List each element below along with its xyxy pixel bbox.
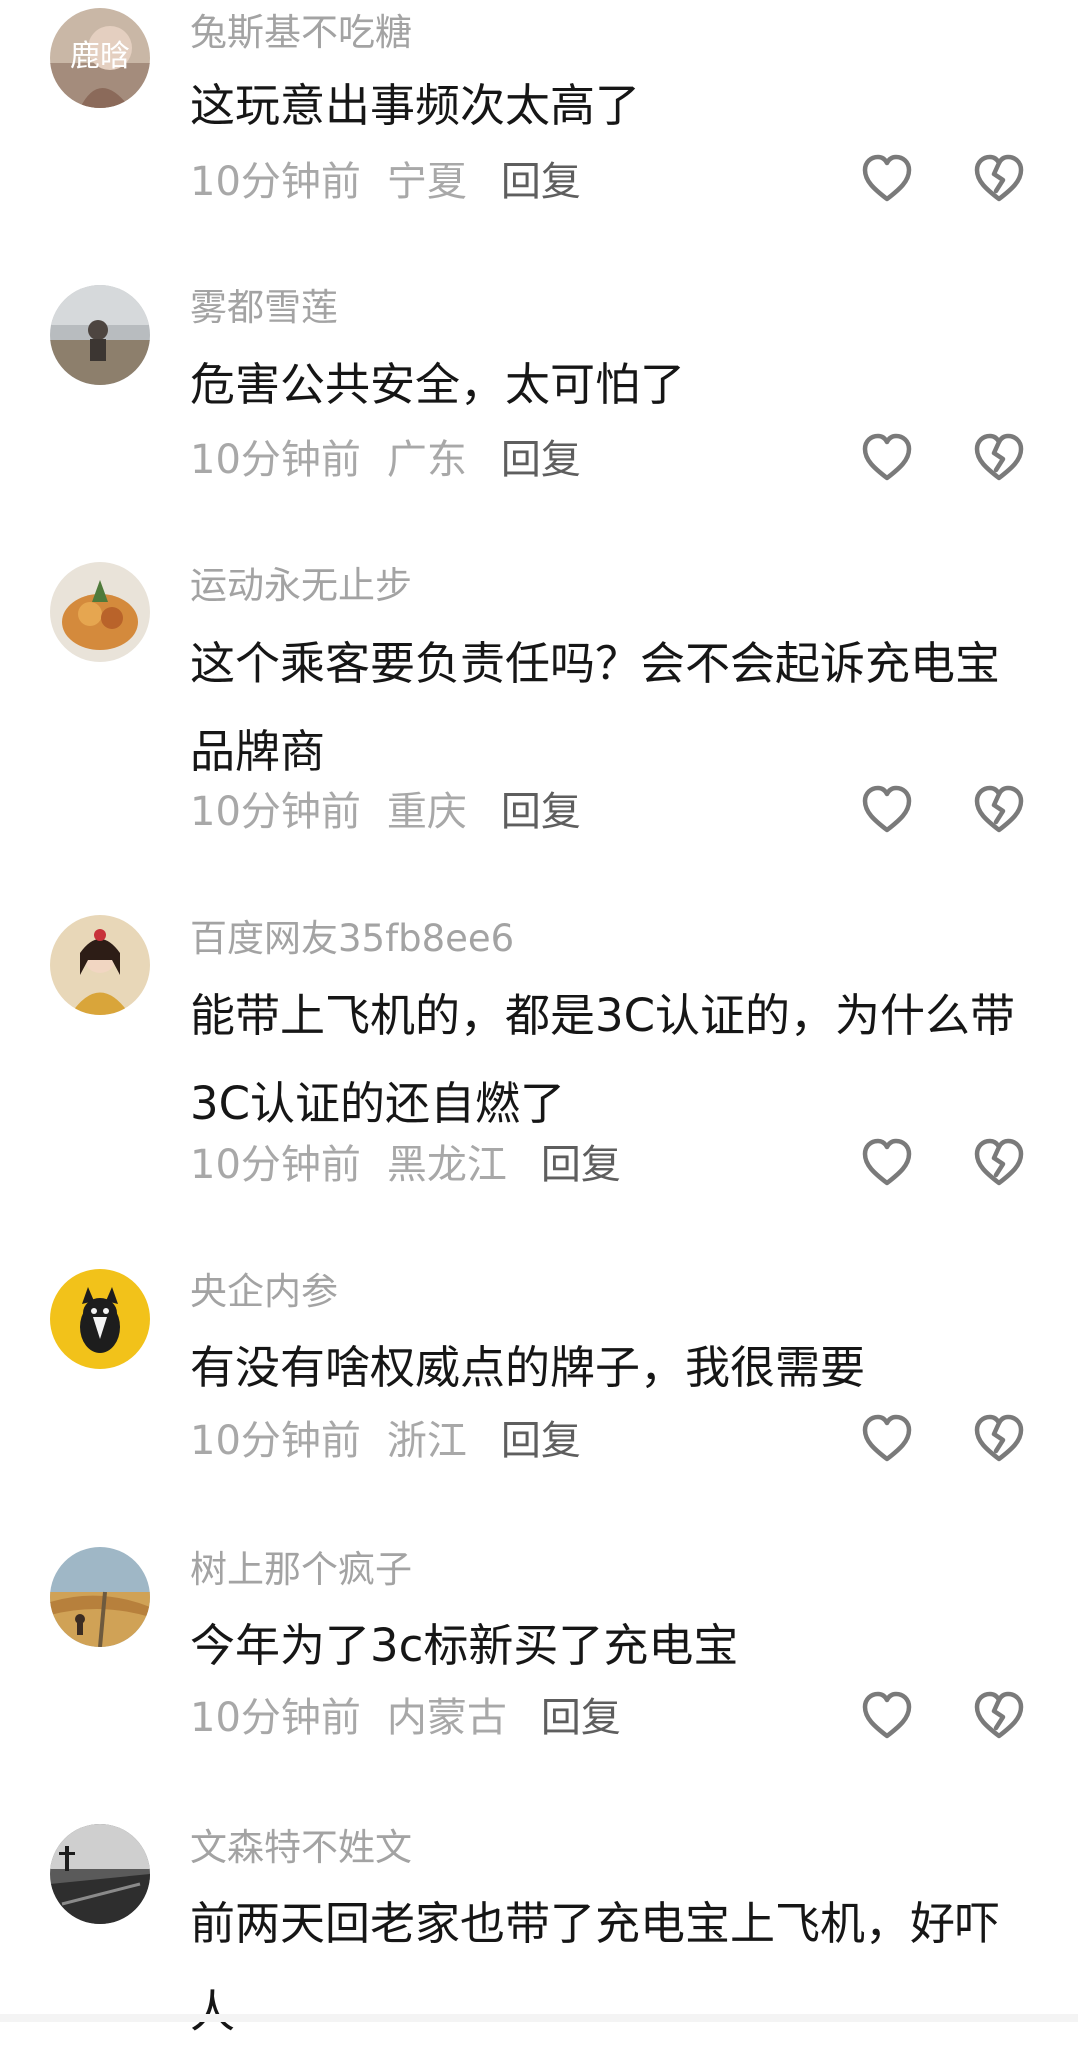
comment-location: 宁夏: [386, 159, 467, 205]
broken-heart-icon: [974, 433, 1024, 481]
broken-heart-icon: [974, 785, 1024, 833]
avatar[interactable]: 鹿晗: [50, 8, 150, 108]
dislike-button[interactable]: [972, 1137, 1026, 1187]
comment-text: 今年为了3c标新买了充电宝: [190, 1619, 739, 1672]
like-button[interactable]: [860, 432, 914, 482]
heart-outline-icon: [862, 1691, 912, 1739]
heart-outline-icon: [862, 1414, 912, 1462]
broken-heart-icon: [974, 1691, 1024, 1739]
comment-meta: 10分钟前 宁夏 回复: [190, 148, 581, 208]
comment-meta: 10分钟前 内蒙古 回复: [190, 1684, 621, 1744]
comment-location: 黑龙江: [386, 1142, 507, 1188]
like-button[interactable]: [860, 1690, 914, 1740]
comment-text: 这玩意出事频次太高了: [190, 79, 641, 132]
comment-username[interactable]: 树上那个疯子: [190, 1548, 412, 1592]
reply-button[interactable]: 回复: [541, 1685, 621, 1743]
dislike-button[interactable]: [972, 1413, 1026, 1463]
avatar[interactable]: [50, 285, 150, 385]
reply-button[interactable]: 回复: [541, 1132, 621, 1190]
dislike-button[interactable]: [972, 432, 1026, 482]
avatar[interactable]: [50, 1547, 150, 1647]
heart-outline-icon: [862, 1138, 912, 1186]
avatar[interactable]: [50, 562, 150, 662]
comment-text: 有没有啥权威点的牌子，我很需要: [190, 1341, 866, 1394]
avatar-lettering: 鹿晗: [70, 39, 130, 74]
like-button[interactable]: [860, 153, 914, 203]
comment-time: 10分钟前: [190, 1418, 361, 1464]
comment-location: 内蒙古: [386, 1695, 507, 1741]
avatar[interactable]: [50, 1824, 150, 1924]
reply-button[interactable]: 回复: [501, 149, 581, 207]
comment-time: 10分钟前: [190, 437, 361, 483]
comment-text: 前两天回老家也带了充电宝上飞机，好吓人: [190, 1897, 1001, 2038]
comment-username[interactable]: 百度网友35fb8ee6: [190, 917, 514, 961]
avatar[interactable]: [50, 1269, 150, 1369]
comment-time: 10分钟前: [190, 159, 361, 205]
comment-location: 广东: [386, 437, 467, 483]
comment-text: 危害公共安全，太可怕了: [190, 358, 686, 411]
dislike-button[interactable]: [972, 153, 1026, 203]
comment-username[interactable]: 雾都雪莲: [190, 286, 338, 330]
comment-meta: 10分钟前 浙江 回复: [190, 1407, 581, 1467]
dislike-button[interactable]: [972, 784, 1026, 834]
comment-meta: 10分钟前 黑龙江 回复: [190, 1131, 621, 1191]
heart-outline-icon: [862, 785, 912, 833]
broken-heart-icon: [974, 1414, 1024, 1462]
bottom-bar: [0, 2014, 1078, 2022]
reply-button[interactable]: 回复: [501, 779, 581, 837]
comment-meta: 10分钟前 重庆 回复: [190, 778, 581, 838]
comment-username[interactable]: 兔斯基不吃糖: [190, 11, 412, 55]
broken-heart-icon: [974, 154, 1024, 202]
comment-time: 10分钟前: [190, 1695, 361, 1741]
like-button[interactable]: [860, 1137, 914, 1187]
broken-heart-icon: [974, 1138, 1024, 1186]
like-button[interactable]: [860, 784, 914, 834]
comment-meta: 10分钟前 广东 回复: [190, 426, 581, 486]
comment-time: 10分钟前: [190, 1142, 361, 1188]
heart-outline-icon: [862, 433, 912, 481]
dislike-button[interactable]: [972, 1690, 1026, 1740]
comment-username[interactable]: 央企内参: [190, 1270, 338, 1314]
comment-time: 10分钟前: [190, 789, 361, 835]
reply-button[interactable]: 回复: [501, 1408, 581, 1466]
comment-location: 浙江: [386, 1418, 467, 1464]
comment-location: 重庆: [386, 789, 467, 835]
comment-username[interactable]: 文森特不姓文: [190, 1826, 412, 1870]
comment-text: 这个乘客要负责任吗？会不会起诉充电宝品牌商: [190, 637, 1001, 778]
avatar[interactable]: [50, 915, 150, 1015]
reply-button[interactable]: 回复: [501, 427, 581, 485]
comment-text: 能带上飞机的，都是3C认证的，为什么带3C认证的还自燃了: [190, 989, 1016, 1130]
like-button[interactable]: [860, 1413, 914, 1463]
comment-username[interactable]: 运动永无止步: [190, 564, 412, 608]
heart-outline-icon: [862, 154, 912, 202]
